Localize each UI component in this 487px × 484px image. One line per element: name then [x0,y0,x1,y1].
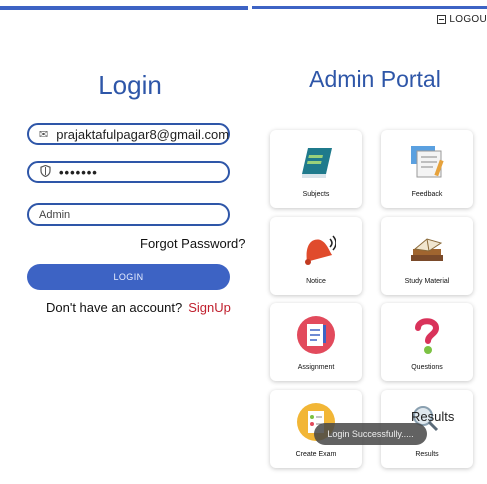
card-label: Feedback [411,191,443,198]
books-icon [411,238,443,261]
signup-link[interactable]: SignUp [188,300,231,315]
role-field[interactable]: Admin [27,203,230,226]
email-field[interactable]: ✉ prajaktafulpagar8@gmail.com [27,123,230,145]
card-label: Results [415,451,439,458]
password-field[interactable]: ••••••• [27,161,230,183]
card-feedback[interactable]: Feedback [381,130,473,208]
top-bar-right [252,6,487,9]
question-icon [415,318,440,354]
card-label: Questions [411,364,443,371]
card-label: Notice [306,278,326,285]
card-label: Assignment [297,364,335,371]
toast-message: Login Successfully..... [314,423,427,445]
mail-icon: ✉ [39,128,49,141]
bell-icon [305,235,336,265]
logout-button[interactable]: LOGOU [437,14,487,25]
logout-icon [437,15,447,24]
top-bar-left [0,6,248,10]
card-notice[interactable]: Notice [270,217,362,295]
login-title: Login [98,70,162,100]
role-value: Admin [39,208,71,221]
portal-title: Admin Portal [309,66,441,92]
login-button[interactable]: LOGIN [27,264,230,290]
email-value: prajaktafulpagar8@gmail.com [56,126,230,142]
signup-row: Don't have an account? SignUp [46,300,231,315]
card-questions[interactable]: Questions [381,303,473,381]
card-study-material[interactable]: Study Material [381,217,473,295]
clipboard-icon [297,316,335,354]
card-subjects[interactable]: Subjects [270,130,362,208]
card-label: Subjects [302,191,330,198]
card-label: Create Exam [295,451,337,458]
results-overlay-text: Results [411,409,455,424]
feedback-icon [411,146,444,178]
shield-icon [39,164,51,180]
forgot-password-link[interactable]: Forgot Password? [140,236,246,251]
password-value: ••••••• [59,164,98,180]
no-account-text: Don't have an account? [46,300,183,315]
card-assignment[interactable]: Assignment [270,303,362,381]
book-icon [302,148,332,178]
card-label: Study Material [404,278,450,285]
logout-label: LOGOU [449,14,487,25]
